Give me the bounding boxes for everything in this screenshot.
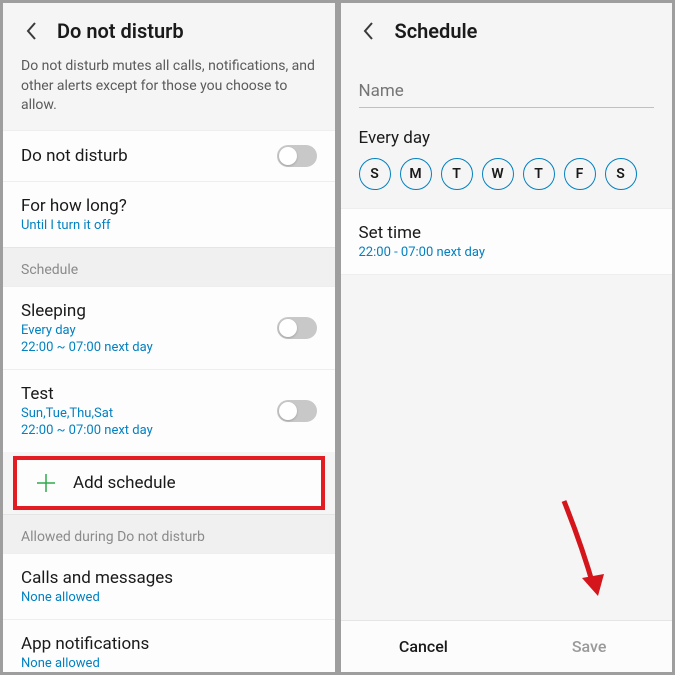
day-picker: S M T W T F S	[341, 158, 673, 208]
schedule-name: Sleeping	[21, 301, 153, 321]
schedule-toggle[interactable]	[277, 317, 317, 339]
dnd-toggle[interactable]	[277, 145, 317, 167]
page-description: Do not disturb mutes all calls, notifica…	[3, 57, 335, 130]
day-tue[interactable]: T	[441, 158, 473, 190]
plus-icon	[35, 472, 57, 494]
back-button[interactable]	[359, 21, 379, 41]
day-sat[interactable]: S	[605, 158, 637, 190]
dnd-toggle-row[interactable]: Do not disturb	[3, 130, 335, 181]
day-mon[interactable]: M	[400, 158, 432, 190]
schedule-days: Every day	[21, 323, 153, 338]
dnd-settings-screen: Do not disturb Do not disturb mutes all …	[0, 0, 338, 675]
header: Do not disturb	[3, 3, 335, 57]
chevron-left-icon	[363, 22, 374, 40]
app-value: None allowed	[21, 656, 149, 671]
calls-row[interactable]: Calls and messages None allowed	[3, 553, 335, 619]
cancel-button[interactable]: Cancel	[341, 621, 507, 672]
schedule-section-header: Schedule	[3, 247, 335, 286]
day-wed[interactable]: W	[482, 158, 514, 190]
app-label: App notifications	[21, 634, 149, 654]
day-fri[interactable]: F	[564, 158, 596, 190]
name-input-row	[341, 57, 673, 114]
schedule-row-test[interactable]: Test Sun,Tue,Thu,Sat 22:00 ~ 07:00 next …	[3, 369, 335, 452]
annotation-arrow	[554, 496, 614, 610]
schedule-days: Sun,Tue,Thu,Sat	[21, 406, 153, 421]
settime-value: 22:00 - 07:00 next day	[359, 245, 655, 260]
schedule-time: 22:00 ~ 07:00 next day	[21, 423, 153, 438]
settime-label: Set time	[359, 223, 655, 243]
spacer	[341, 275, 673, 620]
page-title: Do not disturb	[57, 19, 184, 43]
calls-value: None allowed	[21, 590, 173, 605]
howlong-row[interactable]: For how long? Until I turn it off	[3, 181, 335, 247]
back-button[interactable]	[21, 21, 41, 41]
schedule-time: 22:00 ~ 07:00 next day	[21, 340, 153, 355]
allowed-section-header: Allowed during Do not disturb	[3, 514, 335, 553]
day-sun[interactable]: S	[359, 158, 391, 190]
everyday-label: Every day	[341, 114, 673, 158]
header: Schedule	[341, 3, 673, 57]
name-input[interactable]	[359, 75, 655, 108]
schedule-name: Test	[21, 384, 153, 404]
howlong-value: Until I turn it off	[21, 218, 127, 233]
day-thu[interactable]: T	[523, 158, 555, 190]
settime-row[interactable]: Set time 22:00 - 07:00 next day	[341, 208, 673, 275]
add-schedule-button[interactable]: Add schedule	[13, 456, 325, 510]
schedule-toggle[interactable]	[277, 400, 317, 422]
add-schedule-label: Add schedule	[73, 473, 176, 493]
save-button[interactable]: Save	[506, 621, 672, 672]
schedule-row-sleeping[interactable]: Sleeping Every day 22:00 ~ 07:00 next da…	[3, 286, 335, 369]
chevron-left-icon	[26, 22, 37, 40]
calls-label: Calls and messages	[21, 568, 173, 588]
app-row[interactable]: App notifications None allowed	[3, 619, 335, 675]
schedule-edit-screen: Schedule Every day S M T W T F S Set tim…	[338, 0, 675, 675]
howlong-label: For how long?	[21, 196, 127, 216]
dnd-label: Do not disturb	[21, 146, 128, 166]
page-title: Schedule	[395, 19, 478, 43]
footer: Cancel Save	[341, 620, 673, 672]
